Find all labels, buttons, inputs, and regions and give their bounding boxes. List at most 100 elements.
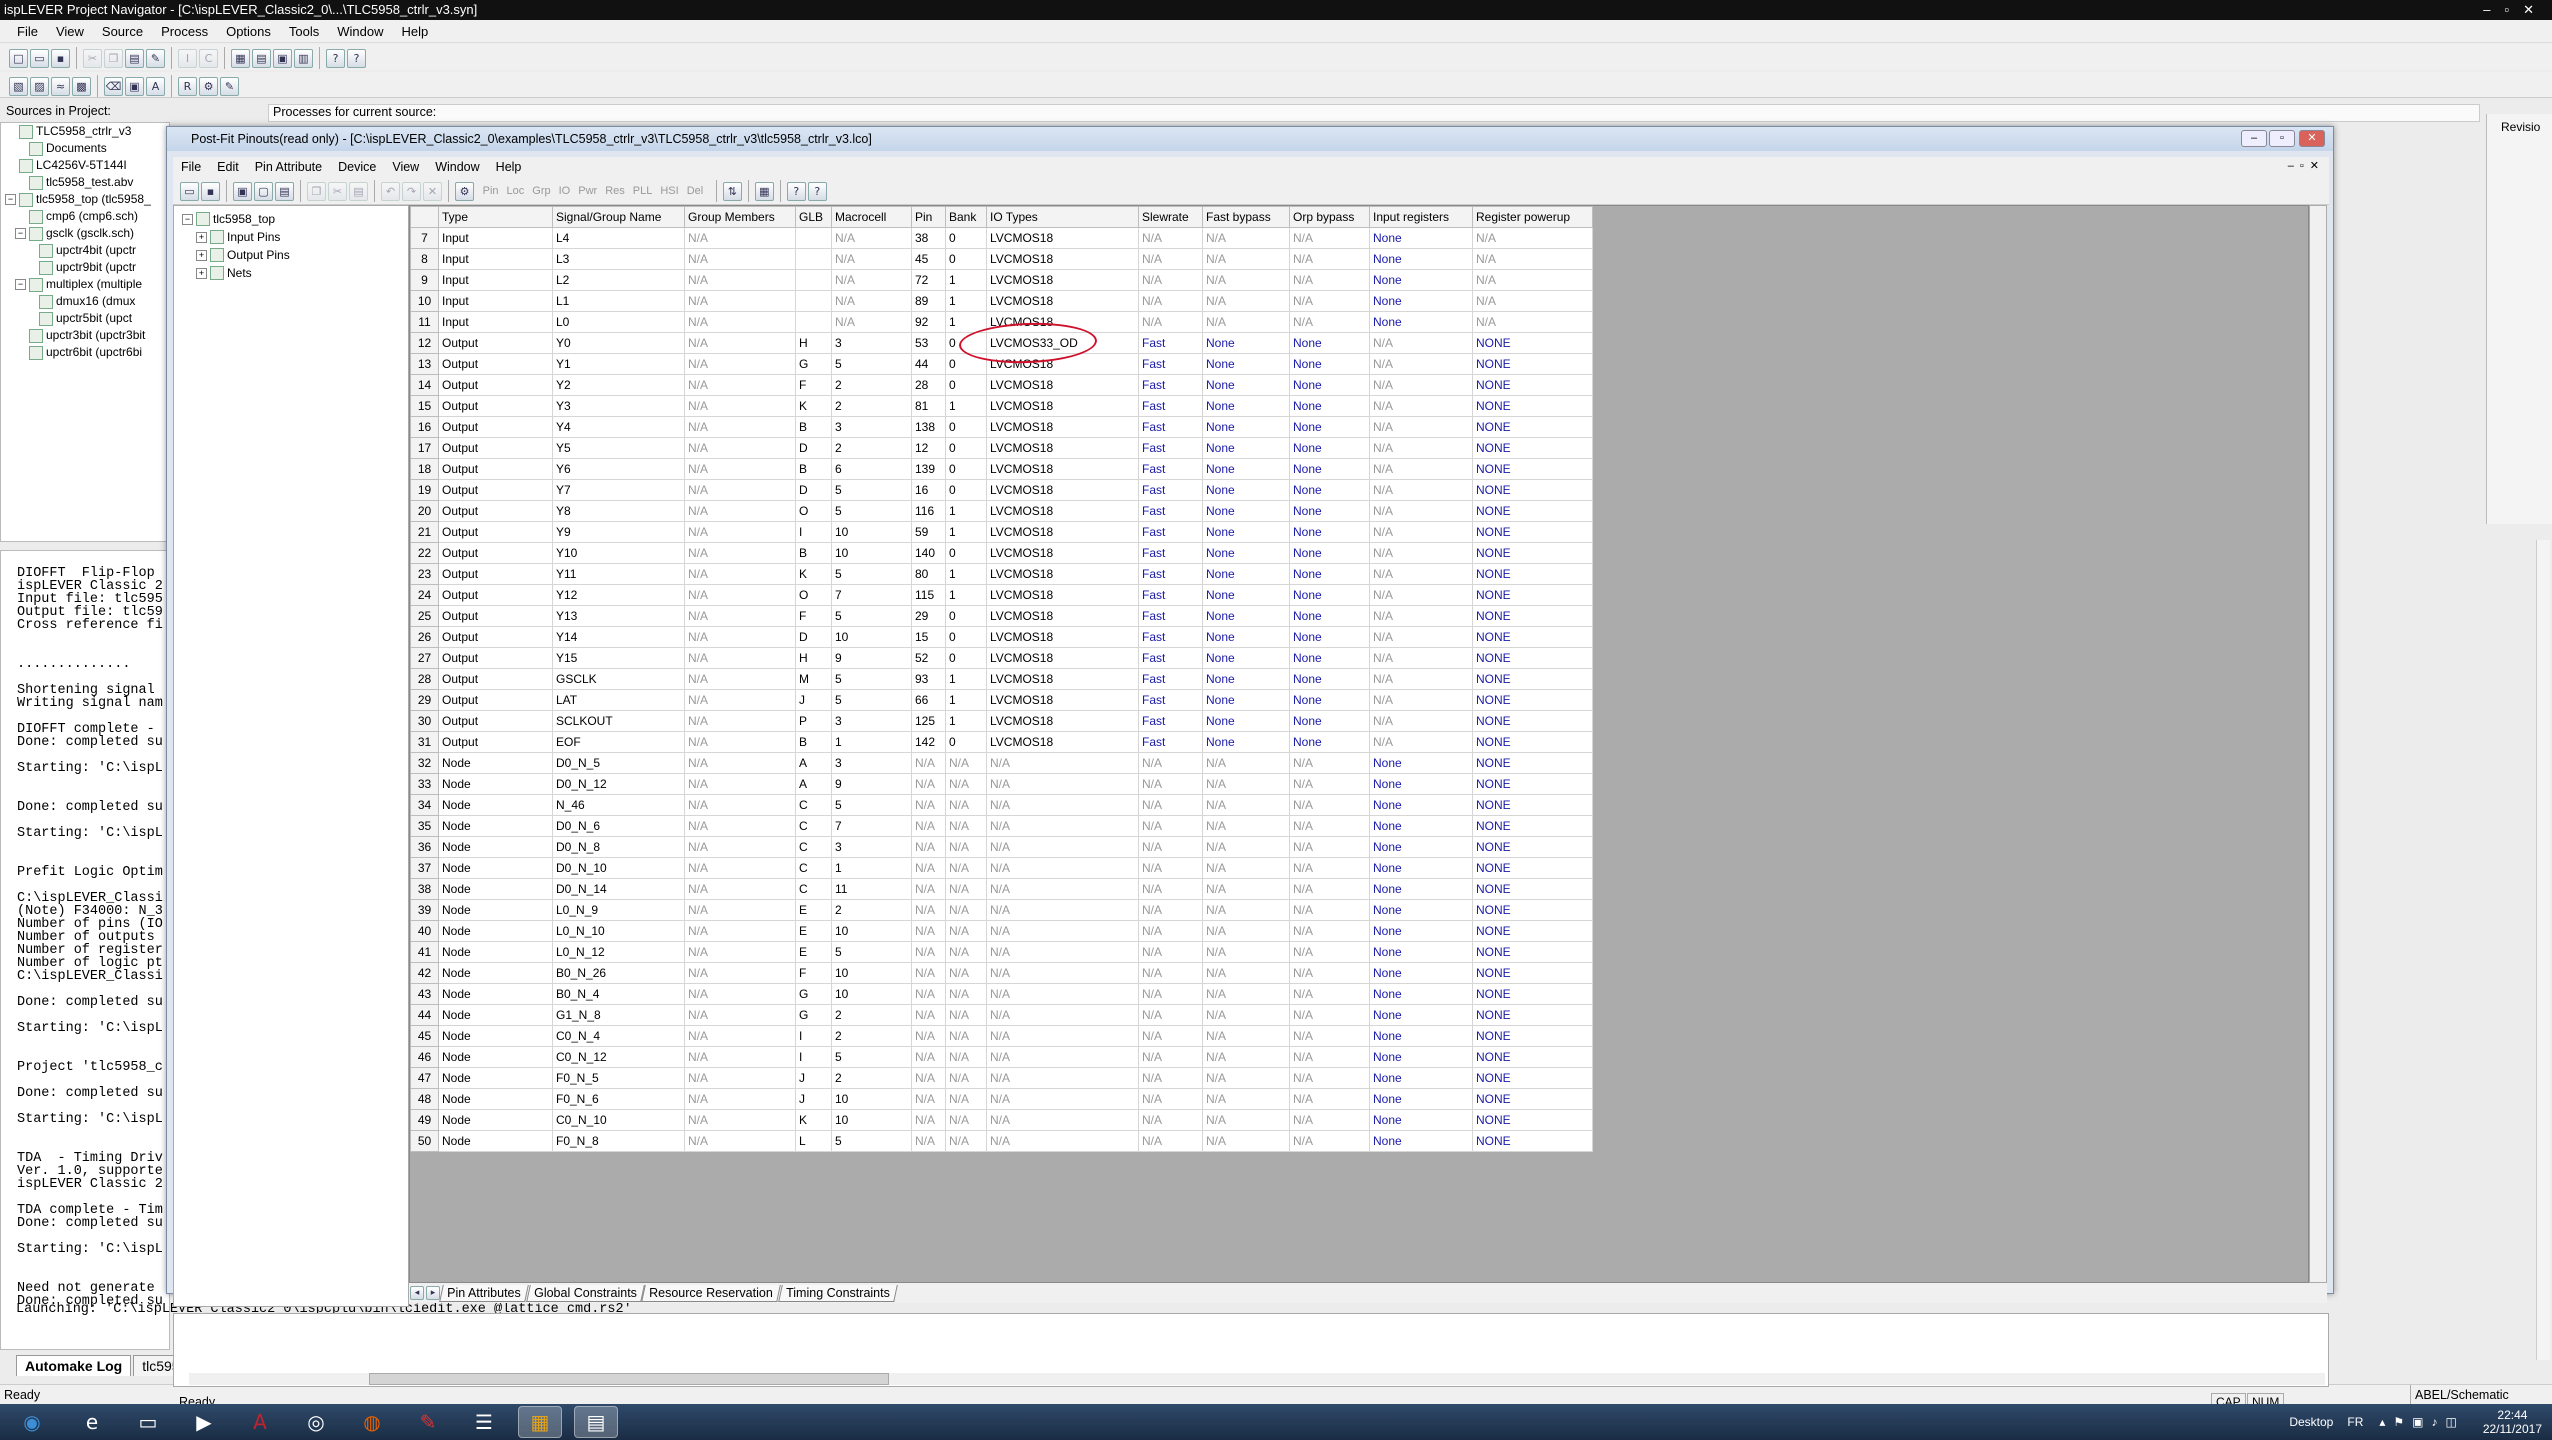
table-cell[interactable]: None: [1369, 878, 1473, 900]
redo-icon[interactable]: ↷: [402, 181, 421, 201]
table-cell[interactable]: N/A: [1138, 836, 1203, 858]
table-cell[interactable]: N/A: [684, 878, 796, 900]
table-cell[interactable]: N/A: [911, 1067, 946, 1089]
table-cell[interactable]: Fast: [1138, 731, 1203, 753]
table-cell[interactable]: N/A: [1289, 311, 1370, 333]
table-row[interactable]: 47 Node F0_N_5 N/A J 2 N/A N/A N/A N/A N/A N/A None N…: [410, 1067, 1593, 1089]
table-cell[interactable]: N/A: [684, 269, 796, 291]
maximize-button[interactable]: ▫: [2269, 130, 2295, 147]
table-cell[interactable]: N/A: [911, 773, 946, 795]
table-cell[interactable]: 2: [831, 1067, 912, 1089]
table-cell[interactable]: C0_N_4: [552, 1025, 685, 1047]
table-cell[interactable]: Node: [438, 962, 553, 984]
table-cell[interactable]: 3: [831, 710, 912, 732]
new-file-icon[interactable]: □: [9, 48, 28, 68]
table-cell[interactable]: 44: [911, 353, 946, 375]
grid-view-icon[interactable]: ▦: [754, 181, 774, 201]
table-cell[interactable]: None: [1289, 605, 1370, 627]
table-cell[interactable]: N/A: [1289, 815, 1370, 837]
child-menu-view[interactable]: View: [384, 160, 427, 174]
table-cell[interactable]: 3: [831, 752, 912, 774]
table-cell[interactable]: N/A: [911, 836, 946, 858]
table-cell[interactable]: N/A: [1138, 1025, 1203, 1047]
table-cell[interactable]: 3: [831, 332, 912, 354]
table-cell[interactable]: None: [1289, 479, 1370, 501]
report-icon[interactable]: ▤: [252, 48, 271, 68]
table-cell[interactable]: NONE: [1472, 941, 1593, 963]
table-cell[interactable]: LAT: [552, 689, 685, 711]
table-cell[interactable]: None: [1369, 269, 1473, 291]
child-menu-file[interactable]: File: [173, 160, 209, 174]
table-cell[interactable]: NONE: [1472, 584, 1593, 606]
table-cell[interactable]: Output: [438, 542, 553, 564]
source-item[interactable]: TLC5958_ctrlr_v3: [1, 123, 169, 140]
table-cell[interactable]: None: [1202, 521, 1290, 543]
table-cell[interactable]: N/A: [1138, 1067, 1203, 1089]
table-cell[interactable]: 116: [911, 500, 946, 522]
table-cell[interactable]: N/A: [1369, 605, 1473, 627]
table-cell[interactable]: None: [1202, 437, 1290, 459]
toolbar-res-button[interactable]: Res: [605, 185, 625, 197]
table-cell[interactable]: 93: [911, 668, 946, 690]
table-cell[interactable]: None: [1202, 605, 1290, 627]
view-icon[interactable]: ▦: [231, 48, 250, 68]
table-cell[interactable]: N/A: [1289, 1004, 1370, 1026]
table-cell[interactable]: Y1: [552, 353, 685, 375]
table-row[interactable]: 8 Input L3 N/A N/A 45 0 LVCMOS18 N/A N/A N/A None N/…: [410, 248, 1593, 270]
column-header[interactable]: Orp bypass: [1289, 206, 1370, 228]
table-cell[interactable]: N/A: [1138, 773, 1203, 795]
mdi-controls[interactable]: –▫✕: [2288, 159, 2325, 172]
table-cell[interactable]: Fast: [1138, 563, 1203, 585]
column-header[interactable]: Slewrate: [1138, 206, 1203, 228]
table-cell[interactable]: None: [1369, 311, 1473, 333]
table-cell[interactable]: LVCMOS18: [986, 626, 1139, 648]
table-cell[interactable]: None: [1369, 815, 1473, 837]
table-cell[interactable]: Fast: [1138, 353, 1203, 375]
table-cell[interactable]: None: [1369, 1109, 1473, 1131]
table-cell[interactable]: N/A: [1202, 1067, 1290, 1089]
help-icon[interactable]: ?: [326, 48, 345, 68]
table-cell[interactable]: 0: [945, 731, 987, 753]
table-cell[interactable]: N/A: [1202, 1046, 1290, 1068]
table-cell[interactable]: 10: [831, 962, 912, 984]
table-cell[interactable]: 92: [911, 311, 946, 333]
table-cell[interactable]: N/A: [684, 542, 796, 564]
table-cell[interactable]: N/A: [1289, 1067, 1370, 1089]
table-cell[interactable]: Input: [438, 311, 553, 333]
table-cell[interactable]: Y12: [552, 584, 685, 606]
table-cell[interactable]: NONE: [1472, 1109, 1593, 1131]
table-cell[interactable]: K: [795, 563, 832, 585]
log-tab[interactable]: Automake Log: [16, 1355, 132, 1376]
table-cell[interactable]: N/A: [684, 1130, 796, 1152]
table-cell[interactable]: NONE: [1472, 668, 1593, 690]
table-cell[interactable]: N/A: [1369, 731, 1473, 753]
table-cell[interactable]: LVCMOS18: [986, 353, 1139, 375]
table-cell[interactable]: LVCMOS18: [986, 290, 1139, 312]
table-cell[interactable]: Node: [438, 1109, 553, 1131]
open-icon[interactable]: ▭: [180, 181, 199, 201]
table-cell[interactable]: N/A: [1202, 311, 1290, 333]
table-cell[interactable]: N/A: [1289, 899, 1370, 921]
expand-toggle-icon[interactable]: +: [196, 267, 207, 279]
expand-toggle-icon[interactable]: +: [196, 231, 207, 243]
table-row[interactable]: 26 Output Y14 N/A D 10 15 0 LVCMOS18 Fast None None…: [410, 626, 1593, 648]
table-row[interactable]: 14 Output Y2 N/A F 2 28 0 LVCMOS18 Fast None None N/…: [410, 374, 1593, 396]
table-cell[interactable]: 2: [831, 899, 912, 921]
table-cell[interactable]: N/A: [986, 962, 1139, 984]
table-cell[interactable]: NONE: [1472, 374, 1593, 396]
table-cell[interactable]: [795, 248, 832, 270]
table-cell[interactable]: Output: [438, 353, 553, 375]
table-cell[interactable]: N/A: [831, 290, 912, 312]
table-cell[interactable]: N/A: [986, 1067, 1139, 1089]
table-cell[interactable]: G: [795, 353, 832, 375]
table-cell[interactable]: 140: [911, 542, 946, 564]
table-cell[interactable]: None: [1202, 542, 1290, 564]
table-cell[interactable]: N/A: [684, 353, 796, 375]
table-cell[interactable]: NONE: [1472, 878, 1593, 900]
table-cell[interactable]: N/A: [1202, 899, 1290, 921]
table-cell[interactable]: N/A: [1138, 794, 1203, 816]
table-row[interactable]: 24 Output Y12 N/A O 7 115 1 LVCMOS18 Fast None None…: [410, 584, 1593, 606]
expand-toggle-icon[interactable]: −: [15, 279, 26, 290]
table-cell[interactable]: N/A: [1202, 1130, 1290, 1152]
table-cell[interactable]: None: [1289, 458, 1370, 480]
